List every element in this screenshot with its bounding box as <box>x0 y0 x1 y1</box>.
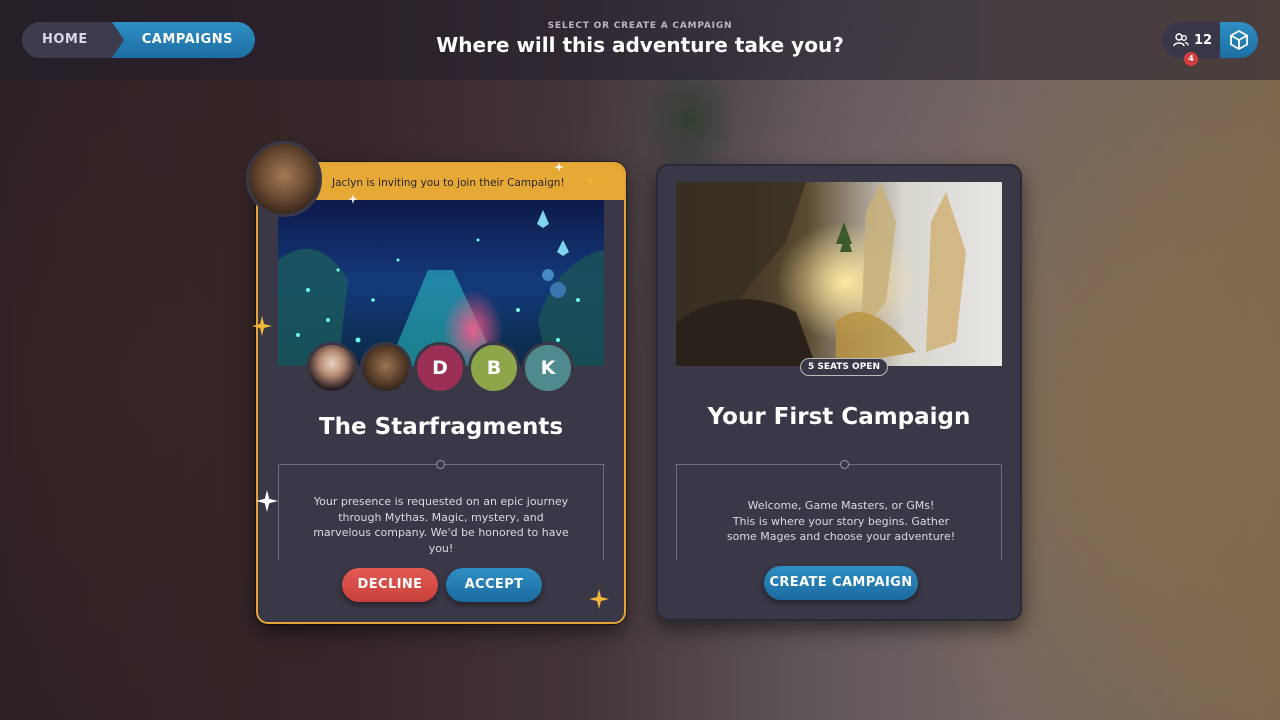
store-button[interactable] <box>1220 22 1258 58</box>
page-title: Where will this adventure take you? <box>436 33 844 57</box>
cube-icon <box>1230 29 1248 51</box>
frame-line <box>278 464 279 560</box>
create-campaign-card[interactable]: Your First Campaign Welcome, Game Master… <box>656 164 1022 621</box>
campaign-title: The Starfragments <box>318 414 564 440</box>
member-avatar[interactable]: D <box>414 342 466 394</box>
host-avatar[interactable] <box>246 141 322 217</box>
sparkle-icon <box>554 162 564 172</box>
friends-icon <box>1173 33 1189 47</box>
decline-button[interactable]: DECLINE <box>342 568 438 602</box>
frame-line <box>603 464 604 560</box>
notification-badge: 4 <box>1184 52 1198 66</box>
sparkle-icon <box>256 490 278 512</box>
campaign-title: Your First Campaign <box>707 404 971 430</box>
member-avatar[interactable] <box>306 342 358 394</box>
friends-count: 12 <box>1194 32 1213 48</box>
page-subtitle: SELECT OR CREATE A CAMPAIGN <box>547 21 733 31</box>
description-line: some Mages and choose your adventure! <box>726 530 956 543</box>
sparkle-icon <box>252 316 272 336</box>
member-avatar[interactable]: K <box>522 342 574 394</box>
frame-knob <box>436 460 445 469</box>
member-list: D B K <box>306 342 574 394</box>
frame-line <box>676 464 677 560</box>
create-campaign-button[interactable]: CREATE CAMPAIGN <box>764 566 918 600</box>
member-avatar[interactable] <box>360 342 412 394</box>
first-campaign-art <box>676 182 1002 366</box>
frame-line <box>676 464 1002 465</box>
seats-open-badge: 5 SEATS OPEN <box>800 358 888 376</box>
sparkle-icon <box>589 589 609 609</box>
sparkle-icon <box>348 194 358 204</box>
member-avatar[interactable]: B <box>468 342 520 394</box>
frame-line <box>1001 464 1002 560</box>
description-line: Welcome, Game Masters, or GMs! <box>747 499 935 512</box>
sparkle-icon <box>586 176 595 185</box>
campaign-description: Your presence is requested on an epic jo… <box>313 495 569 555</box>
accept-button[interactable]: ACCEPT <box>446 568 542 602</box>
campaign-description: Welcome, Game Masters, or GMs! This is w… <box>698 498 984 545</box>
description-line: This is where your story begins. Gather <box>732 514 950 528</box>
frame-knob <box>840 460 849 469</box>
